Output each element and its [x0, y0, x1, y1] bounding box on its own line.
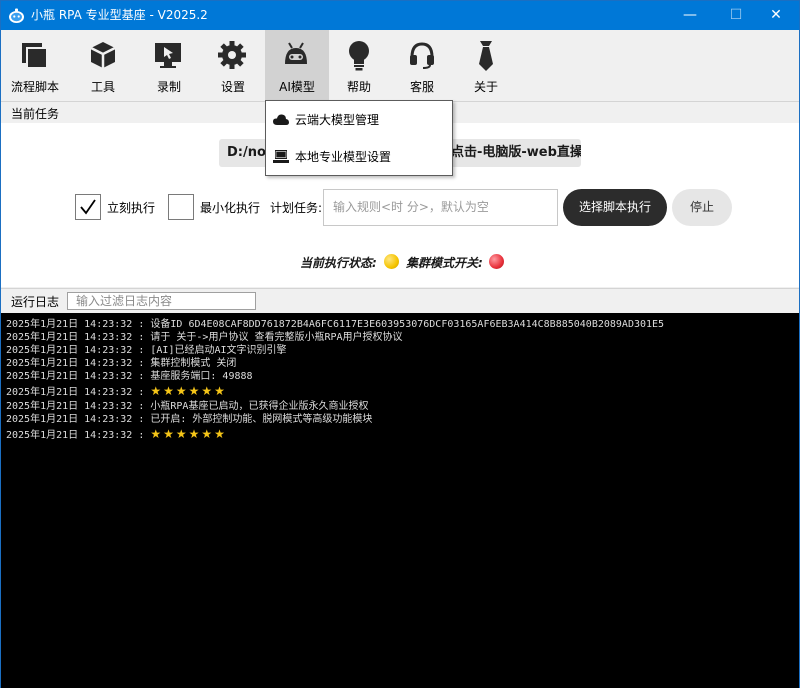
menu-item-cloud-model[interactable]: 云端大模型管理 — [266, 102, 452, 138]
toolbar-item-label: 关于 — [473, 80, 498, 94]
toolbar-item-script[interactable]: 流程脚本 — [1, 30, 69, 101]
close-button[interactable]: ✕ — [753, 1, 799, 30]
android-robot-icon — [285, 42, 307, 64]
run-log-label: 运行日志 — [11, 295, 60, 309]
stop-button[interactable]: 停止 — [672, 189, 732, 226]
toolbar-item-ai-model[interactable]: AI模型 — [265, 30, 329, 101]
log-line: 2025年1月21日 14:23:32 : 集群控制模式 关闭 — [6, 358, 237, 369]
log-console[interactable]: 2025年1月21日 14:23:32 : 设备ID 6D4E08CAF8DD7… — [1, 313, 799, 688]
cluster-mode-toggle[interactable] — [489, 254, 504, 269]
toolbar-item-help[interactable]: 帮助 — [329, 30, 389, 101]
log-line: 2025年1月21日 14:23:32 : ★★★★★★ — [6, 427, 227, 442]
minimize-label: 最小化执行 — [200, 201, 261, 215]
log-filter-input[interactable]: 输入过滤日志内容 — [67, 292, 256, 310]
toolbar-item-record[interactable]: 录制 — [137, 30, 201, 101]
tie-icon — [479, 41, 493, 71]
gear-icon — [218, 41, 246, 69]
toolbar-item-settings[interactable]: 设置 — [201, 30, 265, 101]
log-line: 2025年1月21日 14:23:32 : [AI]已经启动AI文字识别引擎 — [6, 345, 287, 356]
current-task-label: 当前任务 — [11, 107, 60, 121]
menu-item-label: 云端大模型管理 — [295, 113, 380, 127]
toolbar-item-support[interactable]: 客服 — [389, 30, 455, 101]
log-line: 2025年1月21日 14:23:32 : 已开启: 外部控制功能、脱网模式等高… — [6, 414, 373, 425]
plan-task-input[interactable]: 输入规则<时 分>，默认为空 — [323, 189, 558, 226]
plan-task-label: 计划任务: — [270, 201, 323, 215]
toolbar-item-label: 帮助 — [346, 80, 371, 94]
app-logo-icon — [9, 8, 24, 23]
script-path-tail: 点击-电脑版-web直操.js — [451, 145, 581, 160]
cloud-icon — [273, 114, 289, 125]
select-script-run-button[interactable]: 选择脚本执行 — [563, 189, 667, 226]
main-toolbar: 流程脚本 工具 录制 设置 AI模型 帮助 客服 关于 — [1, 30, 799, 102]
cluster-mode-label: 集群模式开关: — [406, 256, 483, 270]
script-icon — [22, 43, 48, 69]
log-line: 2025年1月21日 14:23:32 : 设备ID 6D4E08CAF8DD7… — [6, 319, 665, 330]
headset-icon — [410, 42, 434, 69]
log-line: 2025年1月21日 14:23:32 : 基座服务端口: 49888 — [6, 371, 253, 382]
menu-item-label: 本地专业模型设置 — [295, 150, 392, 164]
title-bar[interactable]: 小瓶 RPA 专业型基座 - V2025.2 — ☐ ✕ — [1, 1, 799, 30]
minimize-checkbox[interactable] — [168, 194, 194, 220]
menu-item-local-model[interactable]: 本地专业模型设置 — [266, 139, 452, 175]
execution-status-label: 当前执行状态: — [300, 256, 377, 270]
toolbar-item-label: AI模型 — [279, 80, 315, 94]
toolbar-item-label: 设置 — [220, 80, 245, 94]
cube-icon — [90, 42, 116, 68]
immediate-label: 立刻执行 — [107, 201, 156, 215]
lightbulb-icon — [349, 41, 369, 71]
window-title: 小瓶 RPA 专业型基座 - V2025.2 — [31, 8, 208, 22]
app-window: 小瓶 RPA 专业型基座 - V2025.2 — ☐ ✕ 流程脚本 工具 录制 … — [0, 0, 800, 688]
record-screen-icon — [155, 43, 181, 68]
toolbar-item-about[interactable]: 关于 — [455, 30, 517, 101]
toolbar-item-label: 录制 — [156, 80, 181, 94]
ai-model-menu: 云端大模型管理 本地专业模型设置 — [265, 100, 453, 176]
log-line: 2025年1月21日 14:23:32 : 小瓶RPA基座已启动，已获得企业版永… — [6, 401, 369, 412]
checkmark-icon — [80, 199, 96, 215]
immediate-checkbox[interactable] — [75, 194, 101, 220]
toolbar-item-tools[interactable]: 工具 — [69, 30, 137, 101]
toolbar-item-label: 工具 — [90, 80, 115, 94]
log-line: 2025年1月21日 14:23:32 : 请于 关于->用户协议 查看完整版小… — [6, 332, 403, 343]
minimize-button[interactable]: — — [667, 1, 713, 30]
log-line: 2025年1月21日 14:23:32 : ★★★★★★ — [6, 384, 227, 399]
toolbar-item-label: 流程脚本 — [10, 80, 59, 94]
toolbar-item-label: 客服 — [409, 80, 434, 94]
computer-icon — [273, 150, 289, 163]
execution-status-indicator — [384, 254, 399, 269]
